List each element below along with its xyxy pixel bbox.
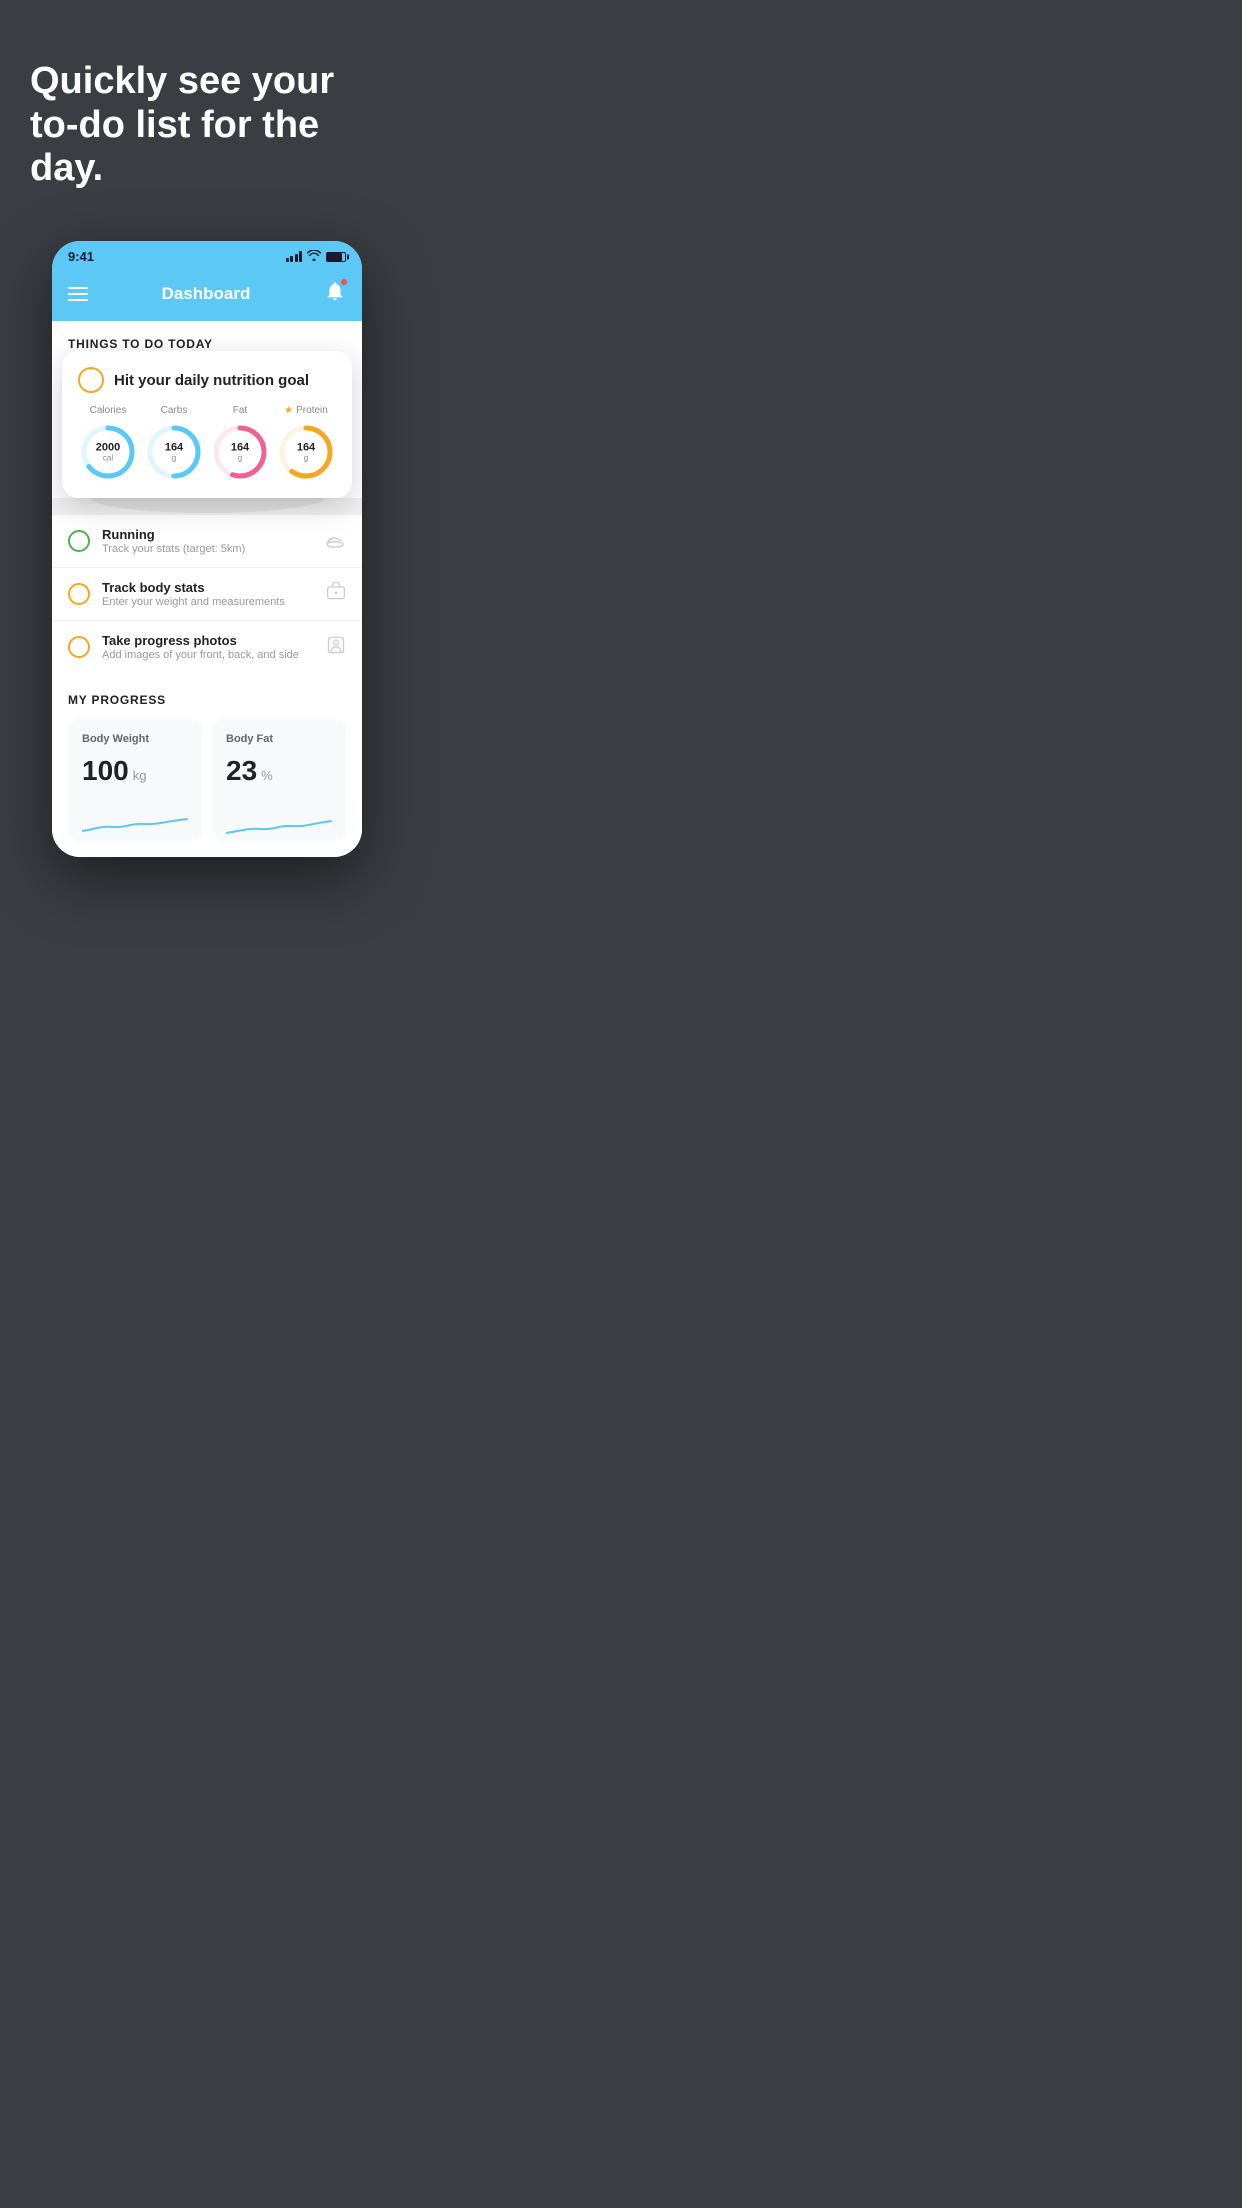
nutrition-grid: Calories 2000 cal <box>78 405 336 482</box>
progress-section: MY PROGRESS Body Weight 100 kg <box>52 673 362 857</box>
running-icon <box>324 530 346 553</box>
body-fat-unit: % <box>261 768 273 783</box>
running-circle <box>68 530 90 552</box>
hero-title: Quickly see your to-do list for the day. <box>30 60 384 191</box>
carbs-donut: 164 g <box>144 422 204 482</box>
card-title-row: Hit your daily nutrition goal <box>78 367 336 393</box>
signal-icon <box>286 251 303 262</box>
carbs-label: Carbs <box>161 405 188 416</box>
notification-button[interactable] <box>324 280 346 307</box>
body-fat-value: 23 <box>226 755 257 787</box>
app-header: Dashboard <box>52 270 362 321</box>
body-fat-card: Body Fat 23 % <box>212 719 346 841</box>
protein-label-row: ★ Protein <box>284 405 328 416</box>
scale-icon <box>326 582 346 607</box>
body-stats-circle <box>68 583 90 605</box>
header-title: Dashboard <box>162 284 251 304</box>
body-fat-value-row: 23 % <box>226 755 332 787</box>
carbs-item: Carbs 164 g <box>144 405 204 482</box>
body-fat-card-title: Body Fat <box>226 733 332 745</box>
nutrition-card: Hit your daily nutrition goal Calories <box>62 351 352 498</box>
calories-item: Calories 2000 cal <box>78 405 138 482</box>
calories-donut: 2000 cal <box>78 422 138 482</box>
menu-button[interactable] <box>68 287 88 301</box>
body-weight-card-title: Body Weight <box>82 733 188 745</box>
todo-list: Running Track your stats (target: 5km) <box>52 514 362 673</box>
phone-content: THINGS TO DO TODAY Hit your daily nutrit… <box>52 321 362 857</box>
fat-label: Fat <box>233 405 247 416</box>
todo-item-body-stats[interactable]: Track body stats Enter your weight and m… <box>52 567 362 620</box>
star-icon: ★ <box>284 405 293 416</box>
nutrition-card-title: Hit your daily nutrition goal <box>114 372 309 389</box>
protein-label: Protein <box>296 405 328 416</box>
photos-circle <box>68 636 90 658</box>
wifi-icon <box>307 250 321 264</box>
person-icon <box>326 635 346 660</box>
body-weight-value-row: 100 kg <box>82 755 188 787</box>
body-fat-chart <box>226 801 332 841</box>
fat-item: Fat 164 g <box>210 405 270 482</box>
protein-donut: 164 g <box>276 422 336 482</box>
running-text: Running Track your stats (target: 5km) <box>102 527 312 555</box>
body-weight-unit: kg <box>133 768 147 783</box>
body-stats-subtitle: Enter your weight and measurements <box>102 596 314 608</box>
notification-badge <box>340 278 348 286</box>
card-shadow <box>52 498 362 514</box>
body-stats-text: Track body stats Enter your weight and m… <box>102 580 314 608</box>
body-weight-chart <box>82 801 188 841</box>
status-time: 9:41 <box>68 249 94 264</box>
body-stats-title: Track body stats <box>102 580 314 595</box>
photos-subtitle: Add images of your front, back, and side <box>102 649 314 661</box>
nutrition-check-circle[interactable] <box>78 367 104 393</box>
todo-item-running[interactable]: Running Track your stats (target: 5km) <box>52 514 362 567</box>
progress-title: MY PROGRESS <box>68 693 346 707</box>
hero-section: Quickly see your to-do list for the day. <box>0 0 414 221</box>
battery-icon <box>326 252 346 262</box>
running-title: Running <box>102 527 312 542</box>
body-weight-value: 100 <box>82 755 129 787</box>
status-bar: 9:41 <box>52 241 362 270</box>
body-weight-card: Body Weight 100 kg <box>68 719 202 841</box>
page-wrapper: Quickly see your to-do list for the day.… <box>0 0 414 897</box>
fat-donut: 164 g <box>210 422 270 482</box>
progress-cards: Body Weight 100 kg <box>68 719 346 841</box>
status-icons <box>286 250 347 264</box>
photos-text: Take progress photos Add images of your … <box>102 633 314 661</box>
todo-item-photos[interactable]: Take progress photos Add images of your … <box>52 620 362 673</box>
running-subtitle: Track your stats (target: 5km) <box>102 543 312 555</box>
protein-item: ★ Protein 164 g <box>276 405 336 482</box>
calories-label: Calories <box>90 405 127 416</box>
photos-title: Take progress photos <box>102 633 314 648</box>
phone-mockup: 9:41 <box>52 241 362 857</box>
